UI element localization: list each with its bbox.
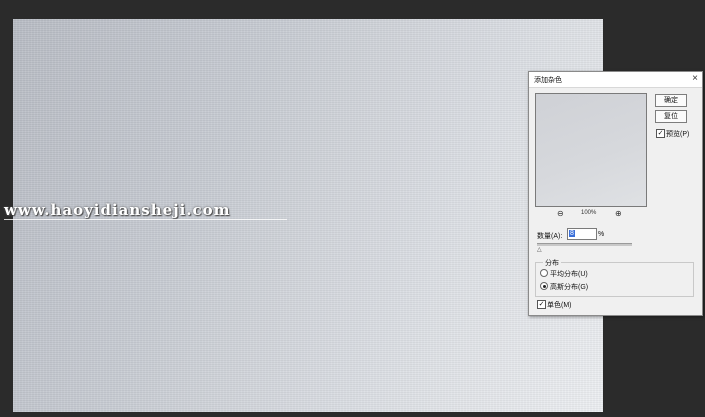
zoom-in-icon[interactable]: ⊕: [615, 209, 622, 218]
monochromatic-label[interactable]: 单色(M): [547, 300, 572, 310]
add-noise-dialog: 添加杂色 × ⊖ 100% ⊕ 确定 复位 ✓ 预览(P) 数量(A): 8 %…: [528, 71, 703, 316]
zoom-out-icon[interactable]: ⊖: [557, 209, 564, 218]
preview-checkbox[interactable]: ✓: [656, 129, 665, 138]
filter-preview[interactable]: [535, 93, 647, 207]
dialog-title: 添加杂色: [534, 77, 562, 84]
amount-slider[interactable]: [537, 243, 632, 246]
uniform-label[interactable]: 平均分布(U): [550, 269, 588, 279]
ok-button[interactable]: 确定: [655, 94, 687, 107]
amount-label: 数量(A):: [537, 233, 563, 240]
amount-input[interactable]: 8: [567, 228, 597, 240]
amount-value: 8: [569, 230, 575, 237]
watermark-text: www.haoyidiansheji.com: [4, 201, 231, 219]
zoom-controls: ⊖ 100% ⊕: [529, 209, 654, 219]
close-icon[interactable]: ×: [692, 73, 698, 84]
gaussian-radio[interactable]: [540, 282, 548, 290]
uniform-radio[interactable]: [540, 269, 548, 277]
monochromatic-checkbox[interactable]: ✓: [537, 300, 546, 309]
watermark-underline: [4, 219, 287, 220]
zoom-level: 100%: [581, 210, 597, 216]
slider-thumb-icon[interactable]: △: [537, 246, 542, 253]
preview-label: 预览(P): [666, 131, 690, 138]
dialog-titlebar: 添加杂色 ×: [529, 72, 702, 88]
reset-button[interactable]: 复位: [655, 110, 687, 123]
distribution-label: 分布: [543, 258, 561, 268]
gaussian-label[interactable]: 高斯分布(G): [550, 282, 588, 292]
amount-unit: %: [598, 231, 605, 238]
